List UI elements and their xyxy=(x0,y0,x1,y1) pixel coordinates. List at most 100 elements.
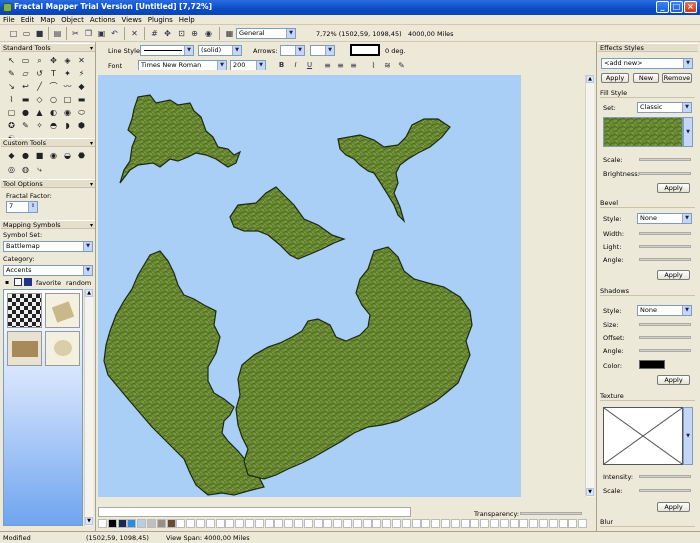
bevel-angle-slider[interactable] xyxy=(639,258,691,261)
open-icon[interactable]: ▭ xyxy=(21,28,32,39)
palette-swatch[interactable] xyxy=(166,519,176,528)
palette-swatch[interactable] xyxy=(578,519,588,528)
category-select[interactable]: Accents ▼ xyxy=(3,265,93,276)
favorite-checkbox[interactable] xyxy=(14,278,22,286)
half-circle-icon[interactable]: ◐ xyxy=(48,107,59,118)
square-icon[interactable]: □ xyxy=(62,94,73,105)
bevel-light-slider[interactable] xyxy=(639,245,691,248)
palette-swatch[interactable] xyxy=(401,519,411,528)
island-southeast[interactable] xyxy=(235,246,473,480)
shadow-apply-button[interactable]: Apply xyxy=(657,375,690,385)
maximize-button[interactable]: □ xyxy=(670,1,683,13)
zoom-icon[interactable]: ⊡ xyxy=(176,28,187,39)
pencil-icon[interactable]: ✎ xyxy=(6,68,17,79)
palette-swatch[interactable] xyxy=(529,519,539,528)
lightning-icon[interactable]: ⚡ xyxy=(76,68,87,79)
diamond-outline-icon[interactable]: ◇ xyxy=(34,94,45,105)
palette-swatch[interactable] xyxy=(558,519,568,528)
ellipse-icon[interactable]: ⬭ xyxy=(76,107,87,118)
effects-new-button[interactable]: New xyxy=(633,73,659,83)
hexagon-icon[interactable]: ⬢ xyxy=(76,120,87,131)
rect-fill-icon[interactable]: ▬ xyxy=(76,94,87,105)
palette-swatch[interactable] xyxy=(98,519,107,528)
palette-swatch[interactable] xyxy=(117,519,127,528)
circle-icon[interactable]: ○ xyxy=(48,94,59,105)
effects-style-select[interactable]: <add new> ▼ xyxy=(601,58,693,69)
triangle-icon[interactable]: ▲ xyxy=(34,107,45,118)
palette-swatch[interactable] xyxy=(441,519,450,528)
fill-preview[interactable] xyxy=(603,117,683,147)
fill-scale-slider[interactable] xyxy=(639,158,691,161)
island-center[interactable] xyxy=(229,186,346,260)
palette-swatch[interactable] xyxy=(460,519,470,528)
bevel-apply-button[interactable]: Apply xyxy=(657,270,690,280)
shadow-offset-slider[interactable] xyxy=(639,336,691,339)
menu-edit[interactable]: Edit xyxy=(18,15,38,25)
palette-swatch[interactable] xyxy=(362,519,372,528)
copy-icon[interactable]: ❐ xyxy=(83,28,94,39)
zoom-tool-icon[interactable]: ⌕ xyxy=(34,55,45,66)
badge-icon[interactable]: ✪ xyxy=(6,120,17,131)
island-northwest[interactable] xyxy=(119,94,242,184)
palette-swatch[interactable] xyxy=(205,519,215,528)
palette-swatch[interactable] xyxy=(450,519,460,528)
polygon-icon[interactable]: ▱ xyxy=(20,68,31,79)
palette-swatch[interactable] xyxy=(568,519,578,528)
star-icon[interactable]: ✦ xyxy=(62,68,73,79)
half-disc-icon[interactable]: ◓ xyxy=(48,120,59,131)
fill-apply-button[interactable]: Apply xyxy=(657,183,690,193)
texture-preview[interactable] xyxy=(603,407,683,465)
palette-swatch[interactable] xyxy=(147,519,156,528)
fill-preview-dropdown[interactable]: ▼ xyxy=(683,117,693,147)
palette-swatch[interactable] xyxy=(245,519,254,528)
symbol-set-select[interactable]: Battlemap ▼ xyxy=(3,241,93,252)
effects-apply-button[interactable]: Apply xyxy=(601,73,629,83)
texture-intensity-slider[interactable] xyxy=(639,475,691,478)
palette-swatch[interactable] xyxy=(382,519,392,528)
map-canvas[interactable] xyxy=(98,75,521,497)
palette-swatch[interactable] xyxy=(499,519,509,528)
palette-swatch[interactable] xyxy=(470,519,480,528)
palette-swatch[interactable] xyxy=(519,519,529,528)
delete-icon[interactable]: ✕ xyxy=(129,28,140,39)
layer-select[interactable]: General ▼ xyxy=(236,28,296,39)
menu-help[interactable]: Help xyxy=(176,15,198,25)
palette-swatch[interactable] xyxy=(352,519,362,528)
palette-swatch[interactable] xyxy=(548,519,558,528)
new-icon[interactable]: □ xyxy=(8,28,19,39)
palette-swatch[interactable] xyxy=(372,519,382,528)
palette-swatch[interactable] xyxy=(333,519,343,528)
shadow-size-slider[interactable] xyxy=(639,323,691,326)
line-style-select[interactable]: ▼ xyxy=(140,45,194,56)
transparency-slider[interactable] xyxy=(520,512,582,515)
palette-swatch[interactable] xyxy=(303,519,313,528)
menu-actions[interactable]: Actions xyxy=(87,15,119,25)
scroll-up-icon[interactable]: ▲ xyxy=(85,289,93,297)
arc-icon[interactable]: ⌒ xyxy=(48,81,59,92)
save-icon[interactable]: ■ xyxy=(34,28,45,39)
palette-swatch[interactable] xyxy=(254,519,264,528)
palette-swatch[interactable] xyxy=(323,519,333,528)
custom-tool-icon[interactable]: ● xyxy=(20,150,31,161)
diamond-icon[interactable]: ◆ xyxy=(76,81,87,92)
pan-tool-icon[interactable]: ✥ xyxy=(48,55,59,66)
palette-swatch[interactable] xyxy=(107,519,117,528)
palette-swatch[interactable] xyxy=(225,519,235,528)
brush-icon[interactable]: ✎ xyxy=(20,120,31,131)
target-icon[interactable]: ◉ xyxy=(62,107,73,118)
palette-swatch[interactable] xyxy=(431,519,441,528)
palette-swatch[interactable] xyxy=(411,519,421,528)
zoom-in-icon[interactable]: ⊕ xyxy=(189,28,200,39)
palette-swatch[interactable] xyxy=(284,519,294,528)
symbol-book[interactable] xyxy=(7,331,42,366)
globe-icon[interactable]: ◉ xyxy=(203,28,214,39)
menu-views[interactable]: Views xyxy=(118,15,144,25)
texture-dropdown[interactable]: ▼ xyxy=(683,407,693,465)
palette-swatch[interactable] xyxy=(274,519,284,528)
favorite-toggle-icon[interactable]: ▪ xyxy=(5,279,9,286)
menu-plugins[interactable]: Plugins xyxy=(145,15,176,25)
wave-icon[interactable]: 〰 xyxy=(62,81,73,92)
undo-icon[interactable]: ↶ xyxy=(109,28,120,39)
sparkle-icon[interactable]: ✧ xyxy=(34,120,45,131)
palette-swatch[interactable] xyxy=(294,519,303,528)
